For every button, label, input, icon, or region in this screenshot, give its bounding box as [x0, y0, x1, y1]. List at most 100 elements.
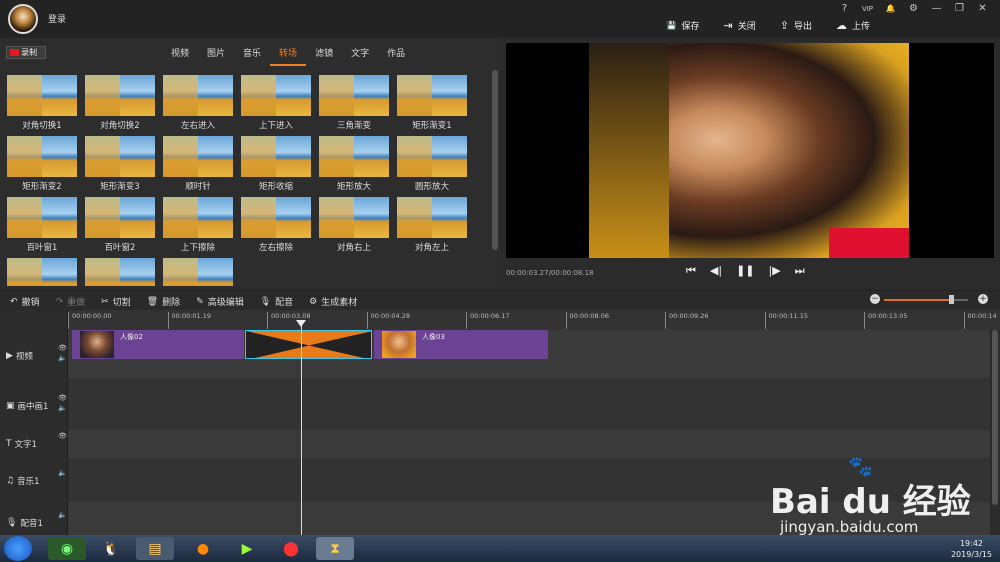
record-icon [10, 49, 19, 56]
delete-button[interactable]: 🗑 删除 [147, 295, 180, 309]
cut-button[interactable]: ✂ 切割 [101, 295, 131, 309]
ruler-tick: 00:00:06.17 [466, 312, 510, 329]
avatar[interactable] [8, 4, 38, 34]
tool-label: 重做 [67, 298, 86, 308]
minimize-icon[interactable]: — [925, 2, 948, 16]
taskbar-app-firefox[interactable]: ● [184, 537, 222, 560]
transition-thumb[interactable]: 矩形放大 [319, 136, 389, 192]
transition-thumb[interactable]: 左右进入 [163, 75, 233, 131]
vip-icon[interactable]: VIP [856, 2, 879, 16]
upload-button[interactable]: ☁ 上传 [836, 19, 870, 32]
transition-thumb[interactable]: 矩形收缩 [241, 136, 311, 192]
tab-5[interactable]: 文字 [342, 44, 378, 66]
library-scrollbar[interactable] [492, 70, 498, 250]
taskbar-app-media[interactable]: ▶ [228, 537, 266, 560]
track-toggles[interactable]: 👁 [58, 431, 67, 441]
export-button[interactable]: ⇪ 导出 [780, 19, 812, 32]
transition-thumb[interactable] [85, 258, 155, 286]
undo-button[interactable]: ↶ 撤销 [10, 295, 40, 309]
transition-label: 百叶窗2 [104, 243, 136, 253]
transition-thumb[interactable]: 上下擦除 [163, 197, 233, 253]
transition-thumb[interactable]: 矩形渐变2 [7, 136, 77, 192]
timeline-zoom: − + [870, 294, 988, 307]
transition-thumb[interactable]: 顺时针 [163, 136, 233, 192]
edit-button[interactable]: ✎ 高级编辑 [196, 295, 244, 309]
transition-x-icon [246, 331, 371, 358]
transition-label: 矩形渐变2 [22, 182, 62, 192]
transition-thumb[interactable]: 三角渐变 [319, 75, 389, 131]
zoom-in-icon[interactable]: + [978, 294, 988, 304]
taskbar-app-browser[interactable]: ◉ [48, 537, 86, 560]
gear-icon[interactable]: ⚙ [902, 2, 925, 16]
video-clip[interactable]: 人像03 [374, 330, 548, 359]
redo-button[interactable]: ↷ 重做 [56, 295, 86, 309]
tab-3[interactable]: 转场 [270, 44, 307, 66]
close-icon[interactable]: ✕ [971, 2, 994, 16]
transition-thumb[interactable]: 百叶窗1 [7, 197, 77, 253]
timeline-ruler[interactable]: 00:00:00.00 00:00:01.19 00:00:03.08 00:00:0… [68, 310, 1000, 330]
mic-icon: 🎙 [259, 296, 272, 307]
mic-button[interactable]: 🎙 配音 [259, 295, 293, 309]
transition-preview [397, 197, 467, 238]
transition-thumb[interactable]: 左右擦除 [241, 197, 311, 253]
transition-thumb[interactable] [7, 258, 77, 286]
help-icon[interactable]: ? [833, 2, 856, 16]
track-name: 配音1 [20, 519, 43, 529]
close-button[interactable]: ⇥ 关闭 [724, 19, 756, 32]
generate-button[interactable]: ⚙ 生成素材 [309, 295, 358, 309]
taskbar-app-editor[interactable]: ⧗ [316, 537, 354, 560]
step-back-icon[interactable]: ◀| [710, 264, 722, 278]
taskbar-app-recorder[interactable]: ⬤ [272, 537, 310, 560]
bell-icon[interactable]: 🔔 [879, 2, 902, 16]
transition-thumb[interactable]: 对角右上 [319, 197, 389, 253]
track-toggles[interactable]: 🔈 [58, 510, 67, 520]
tab-0[interactable]: 视频 [162, 44, 198, 66]
transition-thumb[interactable]: 矩形渐变3 [85, 136, 155, 192]
transition-thumb[interactable]: 矩形渐变1 [397, 75, 467, 131]
pip-lane[interactable] [68, 378, 990, 430]
zoom-slider-handle[interactable] [949, 295, 955, 304]
maximize-icon[interactable]: ❐ [948, 2, 971, 16]
transition-thumb[interactable]: 圆形放大 [397, 136, 467, 192]
transition-preview [319, 136, 389, 177]
transition-thumb[interactable]: 对角切换1 [7, 75, 77, 131]
tab-4[interactable]: 滤镜 [306, 44, 342, 66]
track-toggles[interactable]: 👁 🔈 [58, 393, 67, 413]
login-link[interactable]: 登录 [48, 12, 66, 25]
pause-icon[interactable]: ❚❚ [736, 264, 754, 278]
tab-2[interactable]: 音乐 [234, 44, 270, 66]
skip-end-icon[interactable]: ⏭ [795, 264, 805, 278]
record-button[interactable]: 录制 [6, 46, 46, 59]
start-button[interactable] [4, 536, 32, 561]
track-toggles[interactable]: 👁 🔈 [58, 343, 67, 363]
track-toggles[interactable]: 🔈 [58, 468, 67, 478]
browser-icon: ◉ [60, 540, 74, 557]
transition-thumb[interactable]: 上下进入 [241, 75, 311, 131]
transition-thumb[interactable]: 对角切换2 [85, 75, 155, 131]
track-icon: 🎙 [6, 518, 18, 528]
zoom-out-icon[interactable]: − [870, 294, 880, 304]
video-clip[interactable]: 人像02 [72, 330, 244, 359]
transition-thumb[interactable]: 百叶窗2 [85, 197, 155, 253]
transition-clip[interactable] [245, 330, 372, 359]
skip-start-icon[interactable]: ⏮ [686, 264, 696, 278]
transition-thumb[interactable] [163, 258, 233, 286]
taskbar-app-qq[interactable]: 🐧 [92, 537, 130, 560]
playhead[interactable] [296, 320, 306, 562]
step-forward-icon[interactable]: |▶ [769, 264, 781, 278]
save-button[interactable]: 💾 保存 [667, 19, 700, 32]
system-clock[interactable]: 19:42 2019/3/15 [951, 538, 992, 560]
taskbar-app-explorer[interactable]: ▤ [136, 537, 174, 560]
clip-name: 人像03 [422, 333, 445, 341]
media-icon: ▶ [241, 540, 253, 557]
track-name: 视频 [15, 352, 33, 362]
close-label: 关闭 [737, 22, 756, 32]
track-label: ♫ 音乐1 [6, 475, 40, 487]
tab-1[interactable]: 图片 [198, 44, 234, 66]
tool-label: 生成素材 [321, 298, 358, 308]
edit-tools: ↶ 撤销 ↷ 重做 ✂ 切割 🗑 删除 ✎ 高级编辑 🎙 配音 ⚙ 生成素材 [10, 295, 358, 309]
transition-thumb[interactable]: 对角左上 [397, 197, 467, 253]
transition-label: 圆形放大 [414, 182, 449, 192]
tab-6[interactable]: 作品 [378, 44, 414, 66]
transition-preview [163, 197, 233, 238]
